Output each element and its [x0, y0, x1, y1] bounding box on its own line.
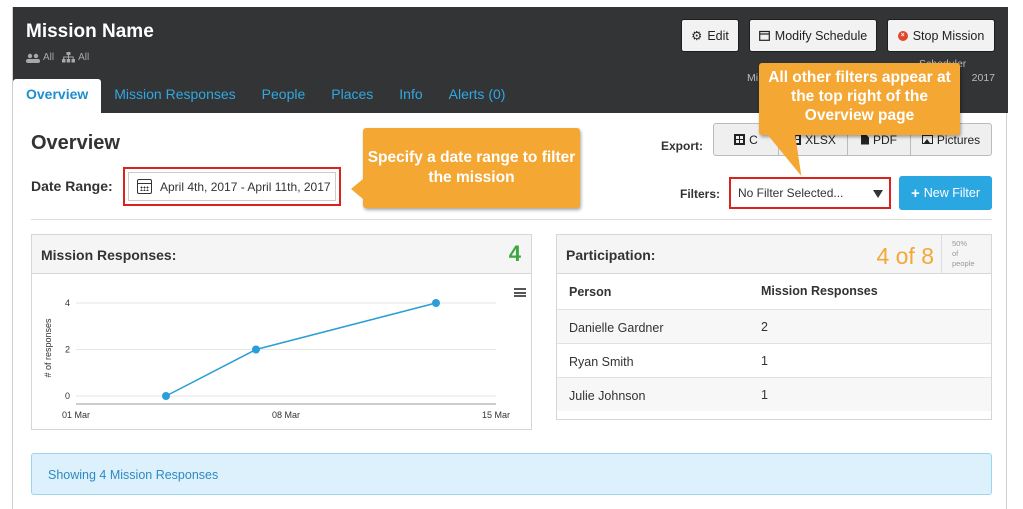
calendar-icon [137, 179, 152, 194]
table-row: Danielle Gardner 2 [557, 309, 991, 343]
responses-chart: 0 2 4 01 Mar 08 Mar 15 Mar # of responses [43, 298, 510, 420]
stop-mission-button[interactable]: × Stop Mission [887, 19, 995, 52]
date-range-label: Date Range: [31, 178, 113, 194]
response-count: 2 [761, 320, 768, 334]
tab-places[interactable]: Places [318, 79, 386, 113]
filter-select[interactable]: No Filter Selected... [733, 181, 887, 205]
data-point[interactable] [252, 345, 260, 354]
date-range-callout: Specify a date range to filter the missi… [351, 128, 580, 208]
participation-table: Person Mission Responses Danielle Gardne… [557, 274, 991, 411]
tab-alerts[interactable]: Alerts (0) [436, 79, 519, 113]
mission-tabs: Overview Mission Responses People Places… [13, 79, 518, 113]
mission-title: Mission Name [26, 21, 154, 42]
participation-count: 4 of 8 [876, 243, 934, 269]
tab-overview[interactable]: Overview [13, 79, 102, 113]
column-header-person: Person [569, 285, 612, 299]
filter-highlight: No Filter Selected... [729, 177, 891, 209]
date-range-value: April 4th, 2017 - April 11th, 2017 [160, 179, 331, 194]
y-axis: 0 2 4 [65, 298, 70, 401]
y-tick-label: 2 [65, 345, 70, 355]
x-tick-label: 08 Mar [272, 410, 300, 420]
stop-icon: × [897, 30, 908, 41]
modify-schedule-button[interactable]: Modify Schedule [749, 19, 877, 52]
new-filter-button[interactable]: + New Filter [899, 176, 992, 210]
divider [31, 219, 992, 220]
picture-icon [921, 135, 933, 144]
y-tick-label: 0 [65, 391, 70, 401]
tab-mission-responses[interactable]: Mission Responses [101, 79, 248, 113]
caret-down-icon [873, 190, 883, 198]
response-count: 1 [761, 388, 768, 402]
file-icon [861, 134, 869, 145]
plus-icon: + [910, 184, 920, 202]
participation-percent: 50% of people [941, 235, 991, 274]
table-icon [734, 134, 746, 145]
responses-count: 4 [508, 241, 521, 266]
date-range-highlight: April 4th, 2017 - April 11th, 2017 [123, 167, 341, 206]
users-icon [26, 53, 40, 63]
person-name: Julie Johnson [569, 389, 646, 403]
filters-callout: All other filters appear at the top righ… [759, 63, 960, 176]
person-name: Danielle Gardner [569, 321, 664, 335]
response-count: 1 [761, 354, 768, 368]
callout-pointer [351, 179, 363, 199]
table-row: Ryan Smith 1 [557, 343, 991, 377]
tab-people[interactable]: People [249, 79, 319, 113]
participation-panel: Participation: 4 of 8 50% of people Pers… [556, 234, 992, 420]
person-name: Ryan Smith [569, 355, 634, 369]
panel-header: Participation: 4 of 8 50% of people [557, 235, 991, 274]
x-tick-label: 01 Mar [62, 410, 90, 420]
mission-page: Mission Name All All ⚙ Edit Modify Sched… [12, 7, 1008, 509]
scope-users: All [26, 52, 54, 63]
table-row: Julie Johnson 1 [557, 377, 991, 411]
mission-responses-panel: Mission Responses: 4 0 2 4 01 Mar 08 Mar 15 … [31, 234, 532, 430]
page-title: Overview [31, 132, 120, 154]
x-tick-label: 15 Mar [482, 410, 510, 420]
column-header-responses: Mission Responses [761, 284, 878, 298]
mission-scope: All All [26, 52, 89, 63]
y-tick-label: 4 [65, 298, 70, 308]
tab-info[interactable]: Info [386, 79, 435, 113]
y-axis-label: # of responses [43, 318, 53, 378]
filters-label: Filters: [680, 187, 721, 201]
sitemap-icon [62, 52, 76, 63]
status-message: Showing 4 Mission Responses [31, 453, 992, 495]
panel-title: Mission Responses: [41, 247, 177, 263]
gear-icon: ⚙ [691, 29, 703, 43]
chart-grid [76, 302, 496, 405]
panel-title: Participation: [566, 247, 656, 263]
scope-groups: All [62, 52, 89, 63]
export-label: Export: [661, 139, 703, 153]
data-point[interactable] [432, 299, 440, 307]
table-header: Person Mission Responses [557, 274, 991, 309]
calendar-icon [758, 30, 770, 41]
edit-button[interactable]: ⚙ Edit [681, 19, 739, 52]
data-point[interactable] [162, 392, 170, 400]
x-axis: 01 Mar 08 Mar 15 Mar [62, 410, 510, 420]
date-range-picker[interactable]: April 4th, 2017 - April 11th, 2017 [128, 172, 336, 201]
panel-header: Mission Responses: 4 [32, 235, 531, 274]
